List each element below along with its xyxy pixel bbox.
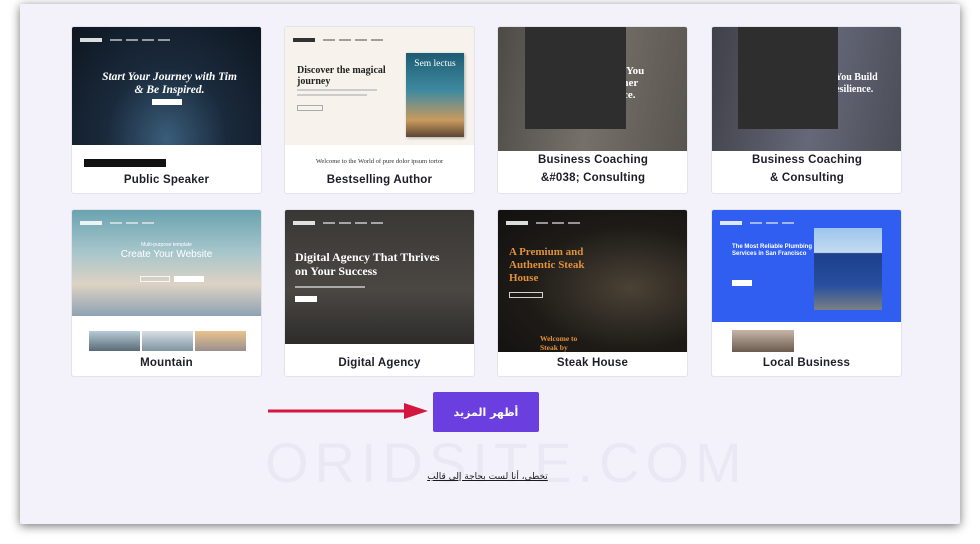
show-more-button[interactable]: أظهر المزيد: [433, 392, 539, 432]
template-preview: Discover the magical journey Sem lectus: [285, 27, 474, 145]
template-preview: Start Your Journey with Tim & Be Inspire…: [72, 27, 261, 145]
arrow-right-icon: [268, 403, 428, 419]
preview-headline: The Most Reliable Plumbing Services in S…: [732, 244, 813, 257]
preview-headline: Start Your Journey with Tim & Be Inspire…: [102, 71, 237, 96]
skip-template-link[interactable]: تخطي، أنا لست بحاجة إلى قالب: [405, 472, 570, 482]
template-preview: Multi-purpose template Create Your Websi…: [72, 210, 261, 316]
redacted-overlay: [525, 27, 626, 129]
template-preview: The Most Reliable Plumbing Services in S…: [712, 210, 901, 322]
template-name: Steak House: [556, 357, 629, 369]
template-card-mountain[interactable]: Multi-purpose template Create Your Websi…: [71, 209, 262, 377]
template-name: Public Speaker: [123, 174, 210, 186]
template-name: Business Coaching & Consulting: [751, 154, 863, 184]
template-card-local-business[interactable]: The Most Reliable Plumbing Services in S…: [711, 209, 902, 377]
preview-headline: Discover the magical journey: [297, 65, 386, 87]
template-name: Local Business: [762, 357, 851, 369]
template-card-steak-house[interactable]: A Premium and Authentic Steak House Welc…: [497, 209, 688, 377]
template-card-business-coaching-2[interactable]: g You Build Resilience. Business Coachin…: [711, 26, 902, 194]
preview-headline: Digital Agency That Thrives on Your Succ…: [295, 250, 440, 278]
watermark: ORIDSITE.COM: [265, 430, 742, 495]
preview-headline: g You Build Resilience.: [828, 72, 878, 95]
preview-headline: A Premium and Authentic Steak House: [509, 246, 585, 284]
template-card-public-speaker[interactable]: Start Your Journey with Tim & Be Inspire…: [71, 26, 262, 194]
template-name: Digital Agency: [338, 357, 421, 369]
template-card-business-coaching-1[interactable]: ng You Inner ence. Business Coaching &#0…: [497, 26, 688, 194]
house-image: [814, 228, 882, 310]
template-card-digital-agency[interactable]: Digital Agency That Thrives on Your Succ…: [284, 209, 475, 377]
redacted-overlay: [738, 27, 838, 129]
template-name: Mountain: [140, 357, 193, 369]
template-name: Business Coaching &#038; Consulting: [537, 154, 649, 184]
preview-headline: Create Your Website: [120, 249, 213, 260]
book-cover: Sem lectus: [406, 53, 464, 137]
template-name: Bestselling Author: [326, 174, 433, 186]
template-preview: Digital Agency That Thrives on Your Succ…: [285, 210, 474, 344]
template-card-bestselling-author[interactable]: Discover the magical journey Sem lectus …: [284, 26, 475, 194]
preview-tagline: Welcome to the World of pure dolor ipsum…: [315, 158, 444, 165]
template-preview: A Premium and Authentic Steak House Welc…: [498, 210, 687, 352]
